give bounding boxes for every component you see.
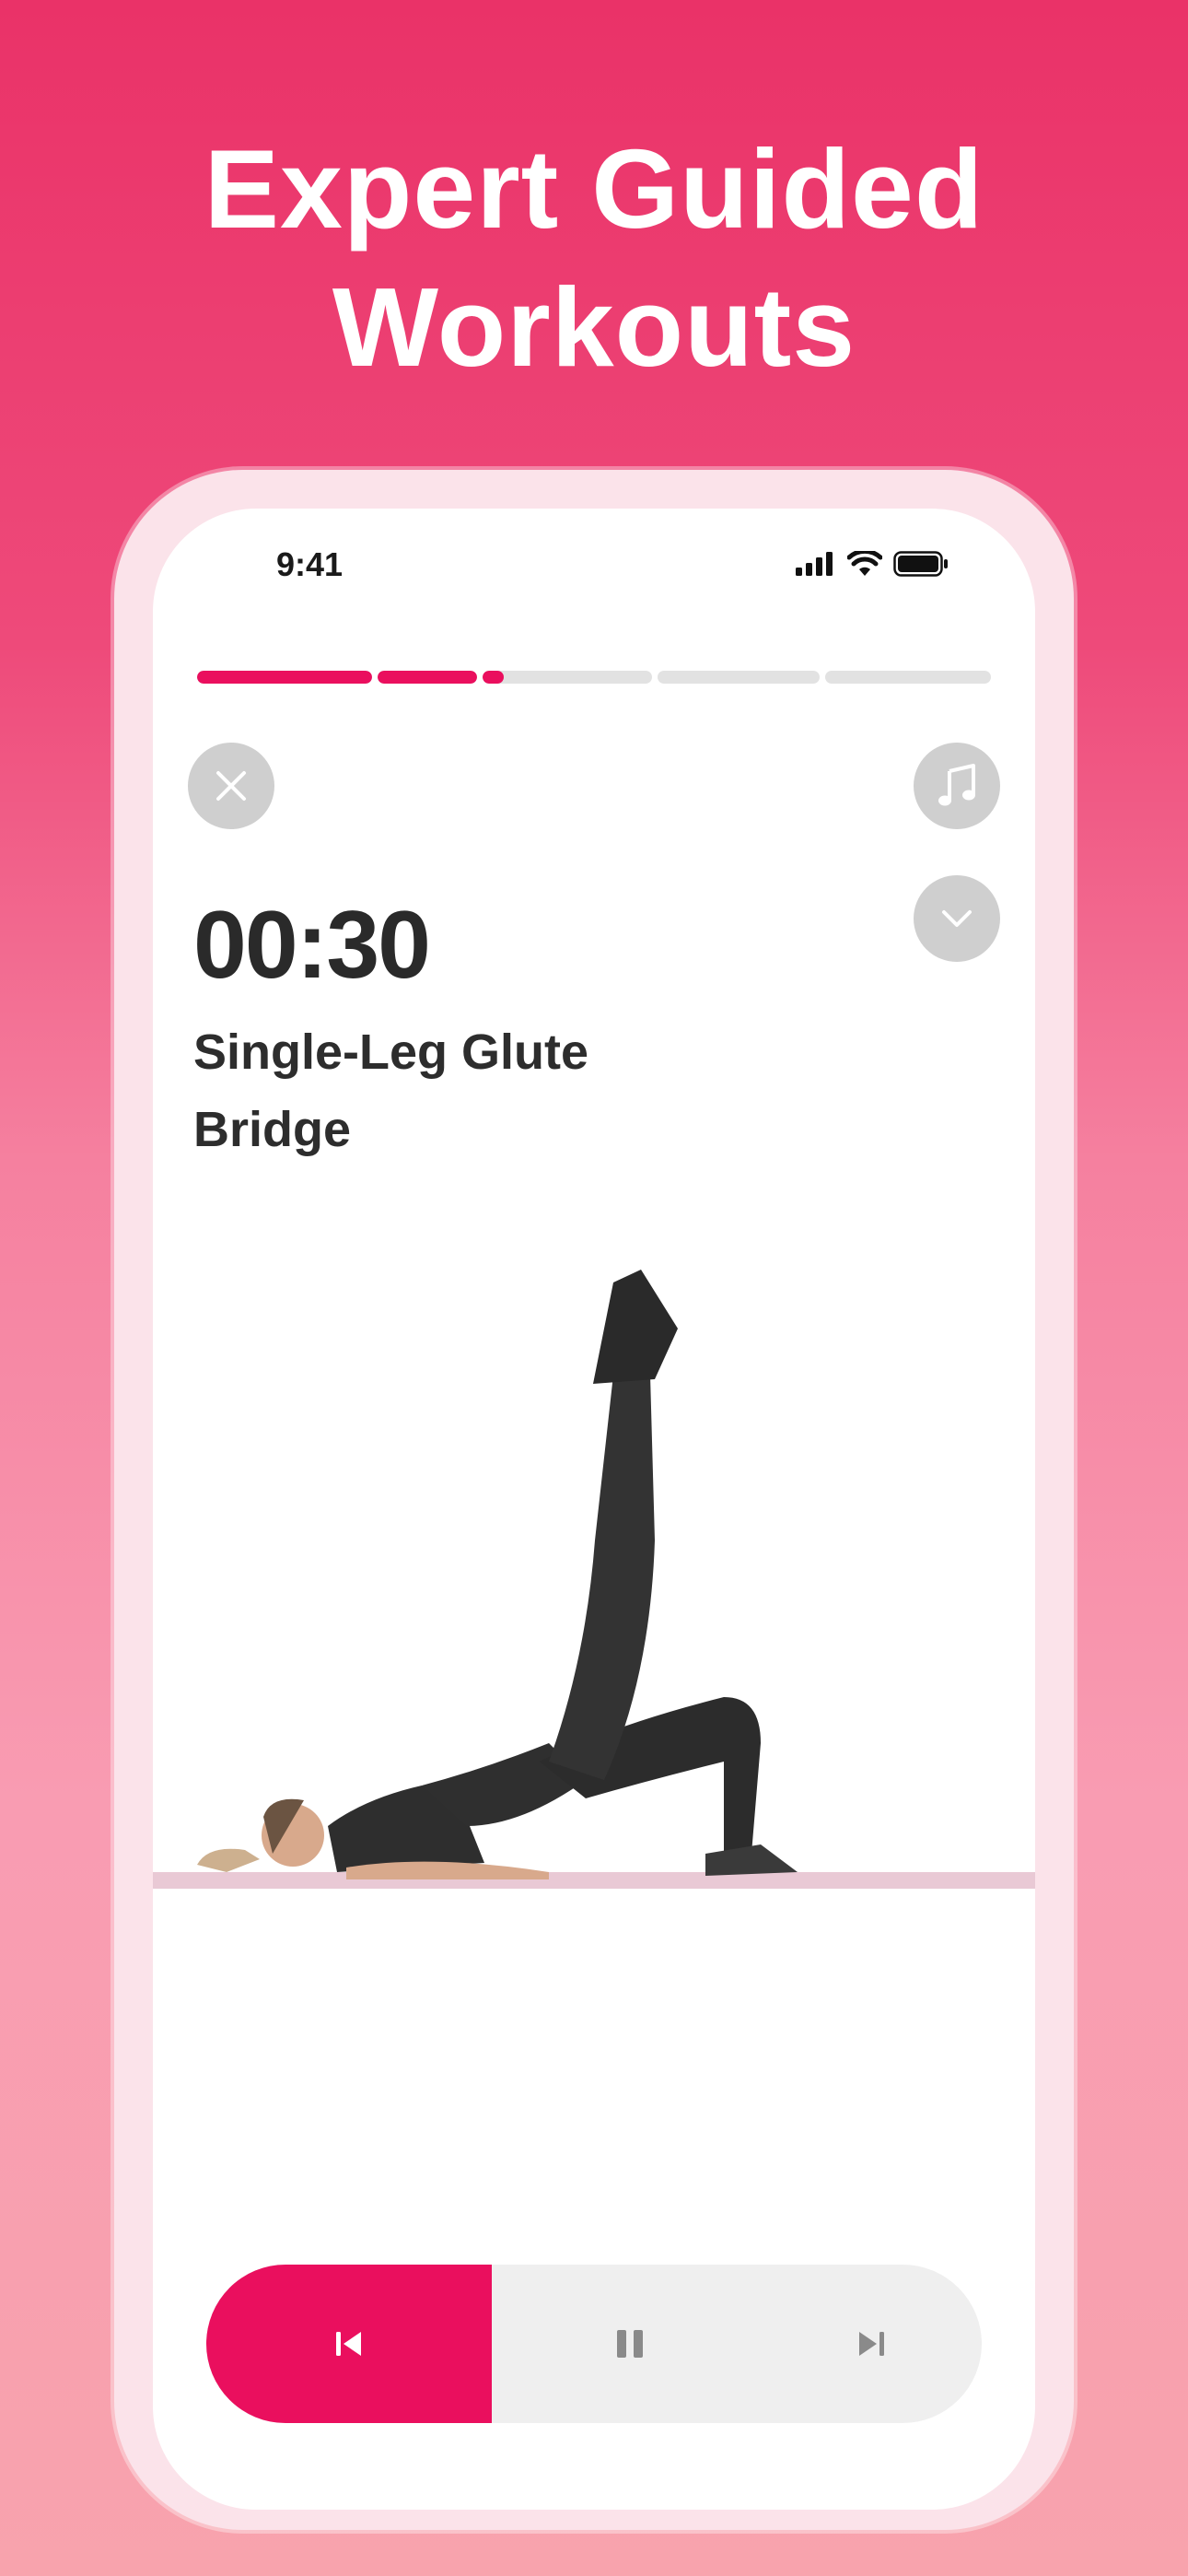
music-button[interactable] bbox=[914, 743, 1000, 829]
exercise-name: Single-Leg Glute Bridge bbox=[193, 1013, 709, 1168]
promo-headline-line2: Workouts bbox=[332, 264, 856, 390]
phone-screen: 9:41 00:30 Single-Leg Glute Bridge bbox=[153, 509, 1035, 2510]
workout-timer: 00:30 bbox=[193, 892, 431, 999]
exercise-name-line1: Single-Leg Glute bbox=[193, 1025, 589, 1080]
status-bar-icons bbox=[796, 551, 949, 577]
collapse-button[interactable] bbox=[914, 875, 1000, 962]
workout-progress-bar bbox=[197, 671, 991, 684]
close-icon bbox=[216, 771, 246, 801]
chevron-down-icon bbox=[942, 910, 972, 927]
progress-segment bbox=[197, 671, 372, 684]
exercise-illustration bbox=[153, 1270, 1035, 1889]
next-button[interactable] bbox=[816, 2265, 926, 2423]
progress-segment bbox=[377, 671, 478, 684]
signal-icon bbox=[796, 552, 833, 576]
progress-segment-fill bbox=[377, 671, 478, 684]
progress-segment bbox=[657, 671, 820, 684]
status-bar-time: 9:41 bbox=[276, 545, 344, 583]
skip-previous-icon bbox=[336, 2332, 361, 2356]
yoga-mat bbox=[153, 1872, 1035, 1889]
pause-button[interactable] bbox=[547, 2265, 713, 2423]
close-button[interactable] bbox=[188, 743, 274, 829]
exercise-name-line2: Bridge bbox=[193, 1102, 352, 1157]
promo-headline: Expert Guided Workouts bbox=[0, 120, 1188, 396]
battery-icon bbox=[893, 551, 948, 577]
previous-button[interactable] bbox=[206, 2265, 492, 2423]
progress-segment bbox=[825, 671, 991, 684]
promo-headline-line1: Expert Guided bbox=[204, 126, 984, 252]
music-note-icon bbox=[938, 764, 975, 806]
progress-segment bbox=[483, 671, 652, 684]
skip-next-icon bbox=[859, 2332, 884, 2356]
wifi-icon bbox=[847, 551, 882, 576]
pause-icon bbox=[617, 2330, 643, 2358]
playback-controls bbox=[206, 2265, 982, 2423]
progress-segment-fill bbox=[483, 671, 504, 684]
progress-segment-fill bbox=[197, 671, 372, 684]
